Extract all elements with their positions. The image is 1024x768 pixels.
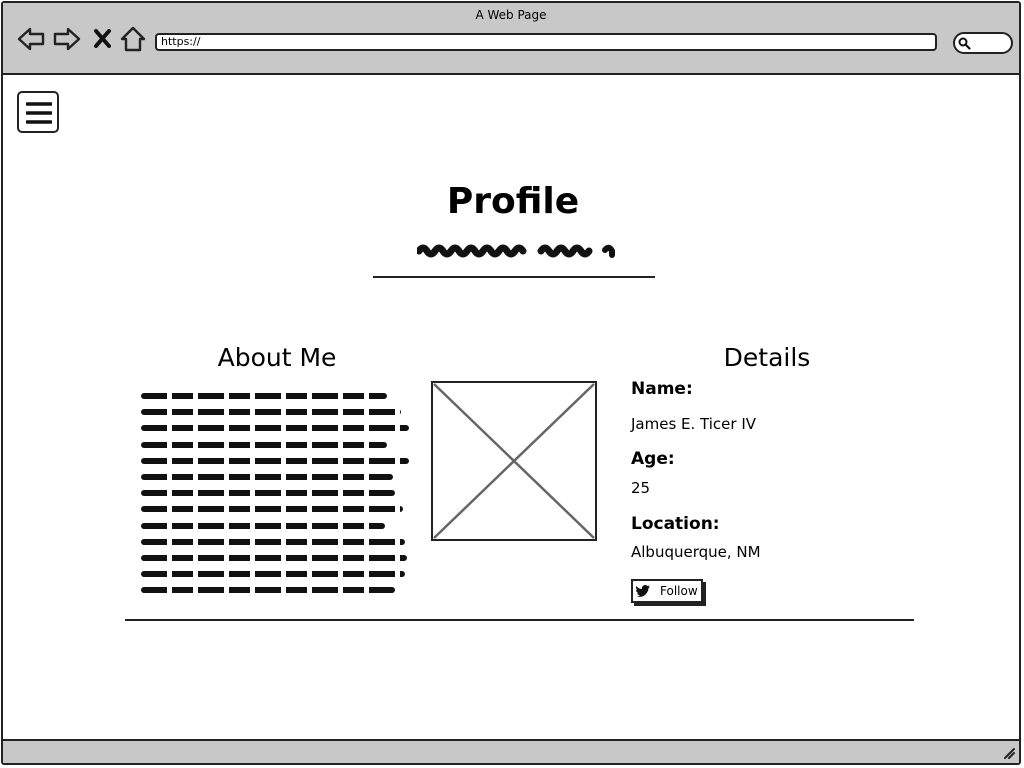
back-button[interactable]: [17, 25, 45, 53]
twitter-bird-icon: [636, 585, 650, 597]
location-value: Albuquerque, NM: [631, 543, 761, 561]
search-icon: [958, 37, 971, 50]
age-value: 25: [631, 479, 651, 497]
arrow-left-icon: [17, 27, 45, 51]
forward-button[interactable]: [53, 25, 81, 53]
header-divider: [373, 276, 655, 278]
resize-grip-icon[interactable]: [1001, 745, 1015, 759]
window-title: A Web Page: [475, 8, 547, 22]
about-text-line: [141, 554, 407, 561]
about-text-line: [141, 571, 405, 578]
about-text-line: [141, 457, 409, 464]
hamburger-menu-button[interactable]: [17, 91, 59, 133]
url-input[interactable]: https://: [155, 33, 937, 51]
about-text-line: [141, 473, 393, 480]
profile-image-placeholder: [431, 381, 597, 541]
browser-titlebar: A Web Page https://: [3, 3, 1019, 75]
url-value: https://: [161, 35, 201, 48]
content-divider: [125, 619, 914, 621]
about-text-line: [141, 409, 401, 416]
about-text-line: [141, 490, 395, 497]
hamburger-menu-icon: [26, 102, 52, 124]
subtitle-scribble: [417, 244, 615, 258]
about-heading: About Me: [217, 343, 337, 372]
home-button[interactable]: [119, 25, 147, 53]
image-placeholder-icon: [433, 383, 595, 539]
about-text-line: [141, 587, 395, 594]
name-label: Name:: [631, 379, 693, 399]
twitter-follow-button[interactable]: Follow: [631, 579, 703, 603]
about-text-line: [141, 441, 387, 448]
name-value: James E. Ticer IV: [631, 415, 757, 433]
about-text-line: [141, 538, 405, 545]
about-text-line: [141, 522, 385, 529]
home-icon: [120, 26, 146, 52]
arrow-right-icon: [53, 27, 81, 51]
about-text-line: [141, 393, 387, 399]
about-text-line: [141, 425, 409, 432]
search-button[interactable]: [953, 32, 1013, 54]
location-label: Location:: [631, 514, 720, 534]
about-text-block: [141, 393, 413, 603]
details-heading: Details: [723, 343, 811, 372]
page-title: Profile: [446, 181, 580, 222]
follow-label: Follow: [660, 584, 698, 598]
about-text-line: [141, 506, 403, 513]
browser-statusbar: [3, 739, 1019, 763]
stop-button[interactable]: [89, 25, 117, 53]
close-icon: [94, 29, 111, 48]
browser-window: A Web Page https:// Profile About Me Det…: [1, 1, 1021, 765]
age-label: Age:: [631, 449, 675, 469]
